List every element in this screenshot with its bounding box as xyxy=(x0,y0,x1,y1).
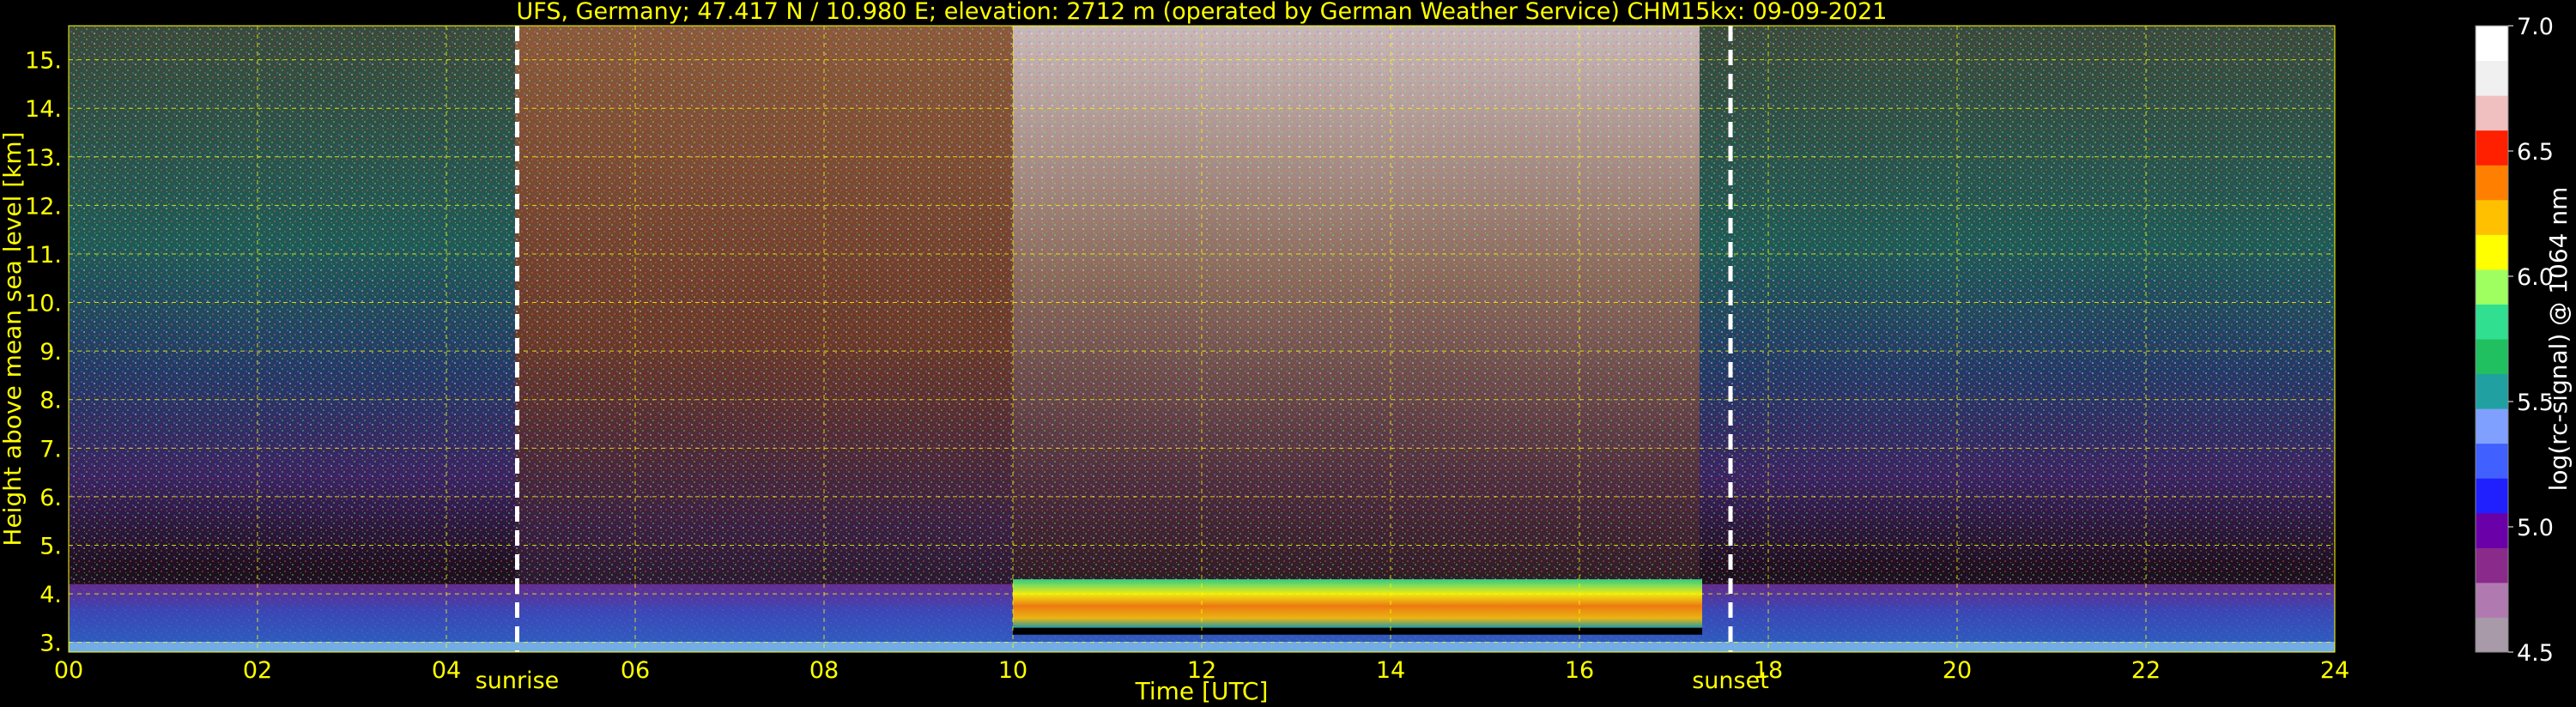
colorbar-swatch xyxy=(2476,373,2508,409)
colorbar-swatch xyxy=(2476,512,2508,548)
y-tick-labels: 3. 4. 5. 6. 7. 8. 9. 10. 11. 12. 13. 14. 15. xyxy=(25,48,62,657)
sunset-label: sunset xyxy=(1692,668,1769,694)
x-tick-label: 14 xyxy=(1376,657,1405,684)
colorbar-swatch xyxy=(2476,339,2508,375)
colorbar-swatch xyxy=(2476,234,2508,270)
y-tick-label: 11. xyxy=(25,242,62,269)
sunrise-label: sunrise xyxy=(476,668,560,694)
x-tick-label: 00 xyxy=(54,657,83,684)
x-tick-label: 16 xyxy=(1565,657,1594,684)
plot-area xyxy=(68,25,2336,653)
y-tick-label: 13. xyxy=(25,145,62,172)
x-tick-label: 08 xyxy=(809,657,839,684)
cloud-base-line xyxy=(1013,627,1702,635)
chart-title: UFS, Germany; 47.417 N / 10.980 E; eleva… xyxy=(517,0,1888,25)
y-tick-label: 7. xyxy=(39,436,62,462)
colorbar-swatch xyxy=(2476,547,2508,583)
colorbar-tick-label: 7.0 xyxy=(2517,14,2554,40)
x-tick-label: 10 xyxy=(998,657,1027,684)
colorbar-swatch xyxy=(2476,26,2508,62)
x-tick-label: 04 xyxy=(432,657,461,684)
x-tick-label: 06 xyxy=(621,657,650,684)
x-tick-label: 24 xyxy=(2320,657,2349,684)
x-tick-label: 02 xyxy=(243,657,272,684)
colorbar-swatch xyxy=(2476,478,2508,514)
y-tick-label: 14. xyxy=(25,96,62,123)
ceilometer-chart: 00 02 04 06 08 10 12 14 16 18 20 22 24 3.4.5.6.7.8.9… xyxy=(0,0,2573,705)
y-tick-label: 9. xyxy=(39,339,62,366)
colorbar-swatch xyxy=(2476,582,2508,618)
colorbar-label: log(rc-signal) @ 1064 nm xyxy=(2544,187,2573,492)
y-tick-label: 6. xyxy=(39,485,62,511)
colorbar-swatch xyxy=(2476,304,2508,340)
colorbar-tick-label: 4.5 xyxy=(2517,640,2554,667)
y-tick-label: 12. xyxy=(25,193,62,220)
y-tick-label: 5. xyxy=(39,534,62,560)
colorbar-swatches xyxy=(2476,26,2508,653)
x-tick-label: 22 xyxy=(2131,657,2161,684)
colorbar-swatch xyxy=(2476,443,2508,479)
y-tick-label: 10. xyxy=(25,291,62,317)
colorbar-swatch xyxy=(2476,617,2508,653)
colorbar-swatch xyxy=(2476,408,2508,444)
y-tick-label: 3. xyxy=(39,631,62,657)
y-tick-label: 4. xyxy=(39,582,62,608)
colorbar: 4.55.05.56.06.57.0 log(rc-signal) @ 1064… xyxy=(2475,14,2573,667)
colorbar-swatch xyxy=(2476,165,2508,201)
y-tick-label: 8. xyxy=(39,388,62,414)
layers-group xyxy=(69,579,2335,652)
colorbar-swatch xyxy=(2476,269,2508,305)
colorbar-swatch xyxy=(2476,130,2508,166)
colorbar-swatch xyxy=(2476,199,2508,235)
x-axis-label: Time [UTC] xyxy=(1135,677,1269,705)
y-tick-label: 15. xyxy=(25,48,62,75)
colorbar-tick-label: 5.0 xyxy=(2517,515,2554,541)
colorbar-swatch xyxy=(2476,95,2508,131)
x-tick-label: 20 xyxy=(1943,657,1972,684)
y-axis-label: Height above mean sea level [km] xyxy=(0,131,27,546)
colorbar-swatch xyxy=(2476,60,2508,96)
colorbar-tick-label: 6.5 xyxy=(2517,139,2554,166)
cloud-layer xyxy=(1013,579,1702,628)
